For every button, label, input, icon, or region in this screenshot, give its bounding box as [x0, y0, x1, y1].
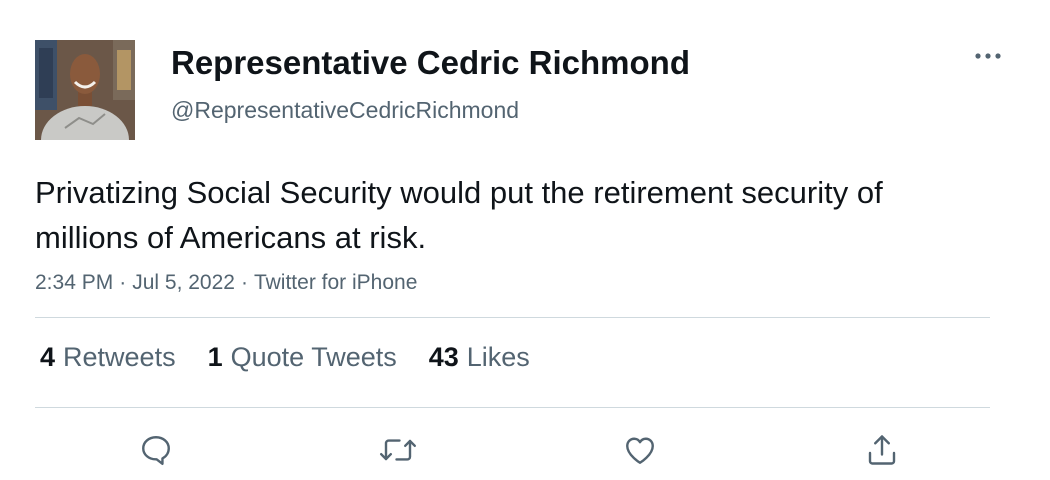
tweet-time[interactable]: 2:34 PM: [35, 271, 113, 294]
share-upload-icon: [868, 435, 896, 465]
tweet-date[interactable]: Jul 5, 2022: [132, 271, 235, 294]
tweet-text: Privatizing Social Security would put th…: [35, 175, 883, 255]
reply-button[interactable]: [136, 430, 176, 470]
display-name[interactable]: Representative Cedric Richmond: [171, 44, 690, 82]
divider-bottom: [35, 407, 990, 408]
more-horizontal-icon: [975, 53, 1001, 59]
retweets-count: 4: [40, 342, 56, 372]
retweet-arrows-icon: [380, 439, 416, 461]
divider-top: [35, 317, 990, 318]
like-button[interactable]: [620, 430, 660, 470]
more-options-button[interactable]: [968, 42, 1008, 70]
avatar-photo: [35, 40, 135, 140]
share-button[interactable]: [862, 430, 902, 470]
retweets-stat[interactable]: 4 Retweets: [40, 342, 176, 373]
tweet-meta: 2:34 PM · Jul 5, 2022 · Twitter for iPhone: [35, 271, 417, 295]
heart-icon: [626, 437, 654, 464]
tweet-stats: 4 Retweets 1 Quote Tweets 43 Likes: [40, 342, 530, 373]
retweets-label: Retweets: [63, 342, 176, 372]
tweet-source[interactable]: Twitter for iPhone: [254, 271, 417, 294]
likes-label: Likes: [466, 342, 530, 372]
quote-tweets-count: 1: [207, 342, 223, 372]
quote-tweets-label: Quote Tweets: [230, 342, 397, 372]
user-handle[interactable]: @RepresentativeCedricRichmond: [171, 97, 519, 124]
likes-count: 43: [428, 342, 459, 372]
action-bar: [0, 430, 1050, 470]
quote-tweets-stat[interactable]: 1 Quote Tweets: [208, 342, 397, 373]
reply-bubble-icon: [142, 436, 170, 465]
retweet-button[interactable]: [378, 430, 418, 470]
likes-stat[interactable]: 43 Likes: [429, 342, 530, 373]
meta-separator: ·: [119, 271, 127, 294]
avatar[interactable]: [35, 40, 135, 140]
meta-separator: ·: [240, 271, 248, 294]
